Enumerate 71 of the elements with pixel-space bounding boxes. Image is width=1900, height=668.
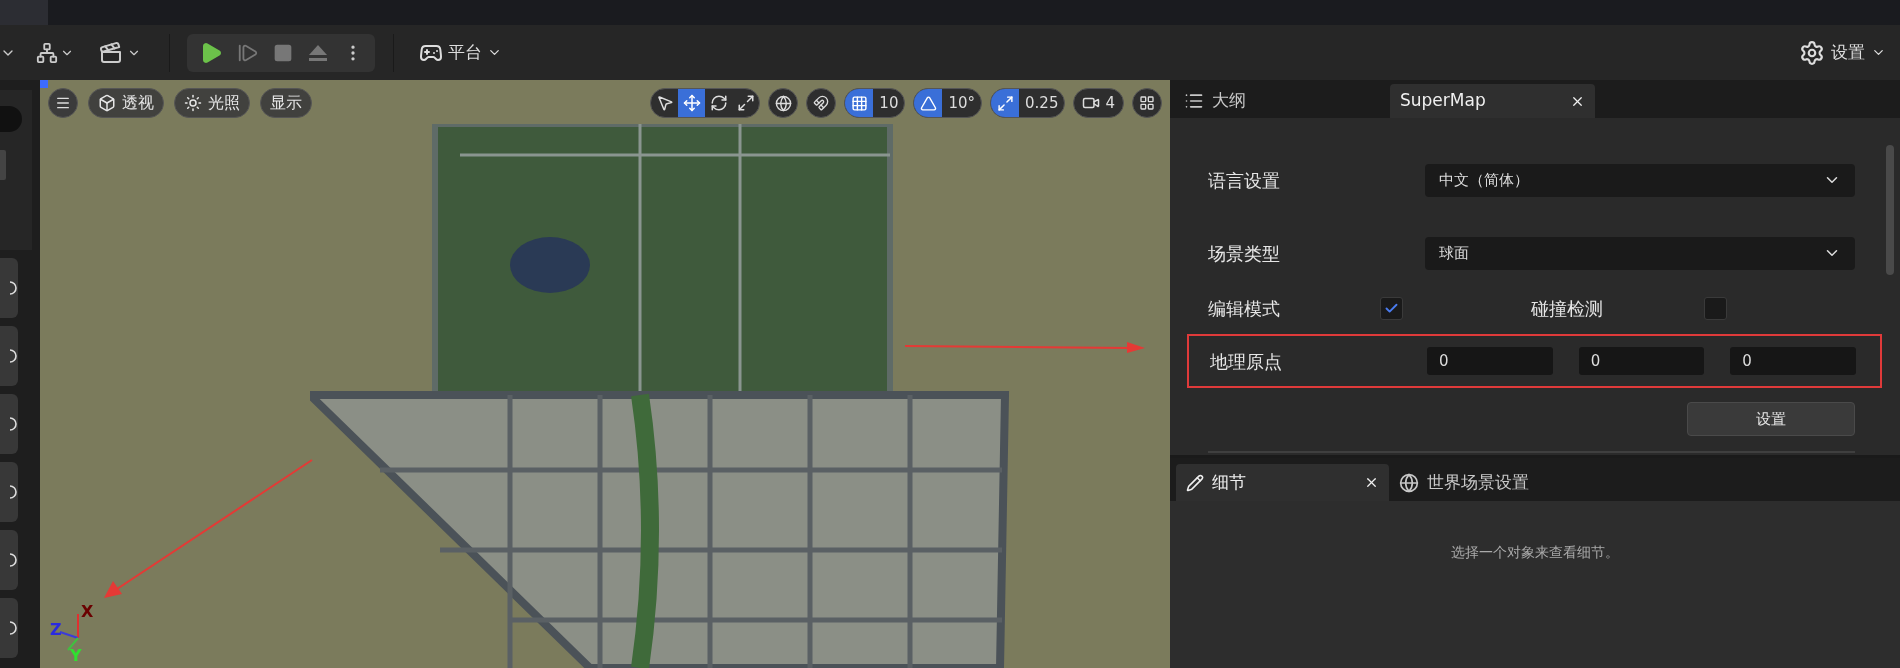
checkbox[interactable]	[1380, 296, 1403, 320]
viewport-menu-button[interactable]	[48, 88, 78, 118]
light-icon	[184, 94, 202, 112]
stop-icon[interactable]	[273, 42, 293, 63]
snap-toggle[interactable]: 10°	[913, 88, 983, 118]
field-label: 语言设置	[1208, 168, 1281, 193]
side-button[interactable]	[0, 394, 18, 454]
layout-icon	[1139, 95, 1155, 111]
blueprint-menu[interactable]	[36, 41, 74, 64]
number-field[interactable]: 0	[1578, 347, 1705, 375]
field-label: 场景类型	[1208, 241, 1281, 266]
camera-speed-button[interactable]: 4	[1073, 88, 1124, 118]
pointer-icon	[655, 94, 674, 112]
rotate-icon	[709, 94, 728, 112]
panel-tab[interactable]: 细节	[1176, 464, 1389, 501]
snap-toggle[interactable]: 10	[844, 88, 906, 118]
number-field[interactable]: 0	[1730, 347, 1856, 375]
magnet-icon	[813, 95, 830, 111]
globe-icon	[1399, 472, 1419, 493]
close-icon[interactable]	[1364, 475, 1379, 490]
dropdown[interactable]: 中文（简体）	[1425, 163, 1855, 197]
view-mode-button[interactable]: 透视	[88, 88, 164, 118]
toggle-button[interactable]	[0, 150, 6, 180]
apply-button[interactable]: 设置	[1687, 402, 1855, 436]
side-button[interactable]	[0, 326, 18, 386]
settings-icon	[1799, 39, 1825, 66]
scale-icon	[996, 94, 1014, 112]
cube-icon	[98, 94, 116, 112]
corner-marker	[40, 80, 48, 88]
hierarchy-icon	[36, 41, 58, 64]
snap-switch[interactable]	[914, 89, 943, 117]
panel-tab[interactable]: 世界场景设置	[1389, 464, 1569, 501]
axis-label: Z	[50, 622, 62, 638]
side-button[interactable]	[0, 530, 18, 590]
menu-icon	[55, 95, 71, 111]
transform-tool[interactable]	[678, 89, 706, 117]
dropdown[interactable]: 球面	[1425, 236, 1855, 270]
scale-icon	[736, 94, 755, 112]
globe-icon	[774, 94, 792, 112]
field-label: 地理原点	[1210, 349, 1283, 374]
empty-message: 选择一个对象来查看细节。	[1451, 543, 1619, 562]
number-field[interactable]: 0	[1427, 347, 1553, 375]
snap-switch[interactable]	[991, 89, 1020, 117]
field-label: 编辑模式	[1208, 296, 1281, 321]
panel-tab[interactable]: SuperMap	[1390, 84, 1595, 118]
lighting-button[interactable]: 光照	[174, 88, 250, 118]
side-button[interactable]	[0, 598, 18, 658]
axis-label: Y	[70, 648, 82, 664]
settings-menu[interactable]: 设置	[1799, 39, 1886, 66]
snap-toggle[interactable]: 0.25	[990, 88, 1066, 118]
layout-button[interactable]	[1132, 88, 1162, 118]
show-button[interactable]: 显示	[260, 88, 312, 118]
side-button[interactable]	[0, 258, 18, 318]
list-icon	[1184, 91, 1204, 111]
platform-menu[interactable]: 平台	[419, 39, 502, 66]
scrollbar[interactable]	[1886, 145, 1894, 275]
clapperboard-icon	[99, 40, 123, 65]
angle-icon	[919, 94, 937, 112]
snap-surface-button[interactable]	[806, 88, 837, 118]
move-icon	[682, 94, 701, 112]
field-label: 碰撞检测	[1531, 296, 1604, 321]
cinematics-menu[interactable]	[99, 40, 141, 65]
checkbox[interactable]	[1704, 296, 1727, 320]
side-button[interactable]	[0, 462, 18, 522]
globe-button[interactable]	[768, 88, 799, 118]
panel-tab[interactable]: 大纲	[1174, 84, 1384, 118]
axis-label: X	[81, 604, 94, 620]
snap-switch[interactable]	[845, 89, 874, 117]
grid-icon	[850, 94, 868, 112]
viewport[interactable]: 透视 光照 显示 10 10° 0.25 4 X Z Y	[40, 80, 1170, 668]
pencil-icon	[1186, 473, 1204, 492]
